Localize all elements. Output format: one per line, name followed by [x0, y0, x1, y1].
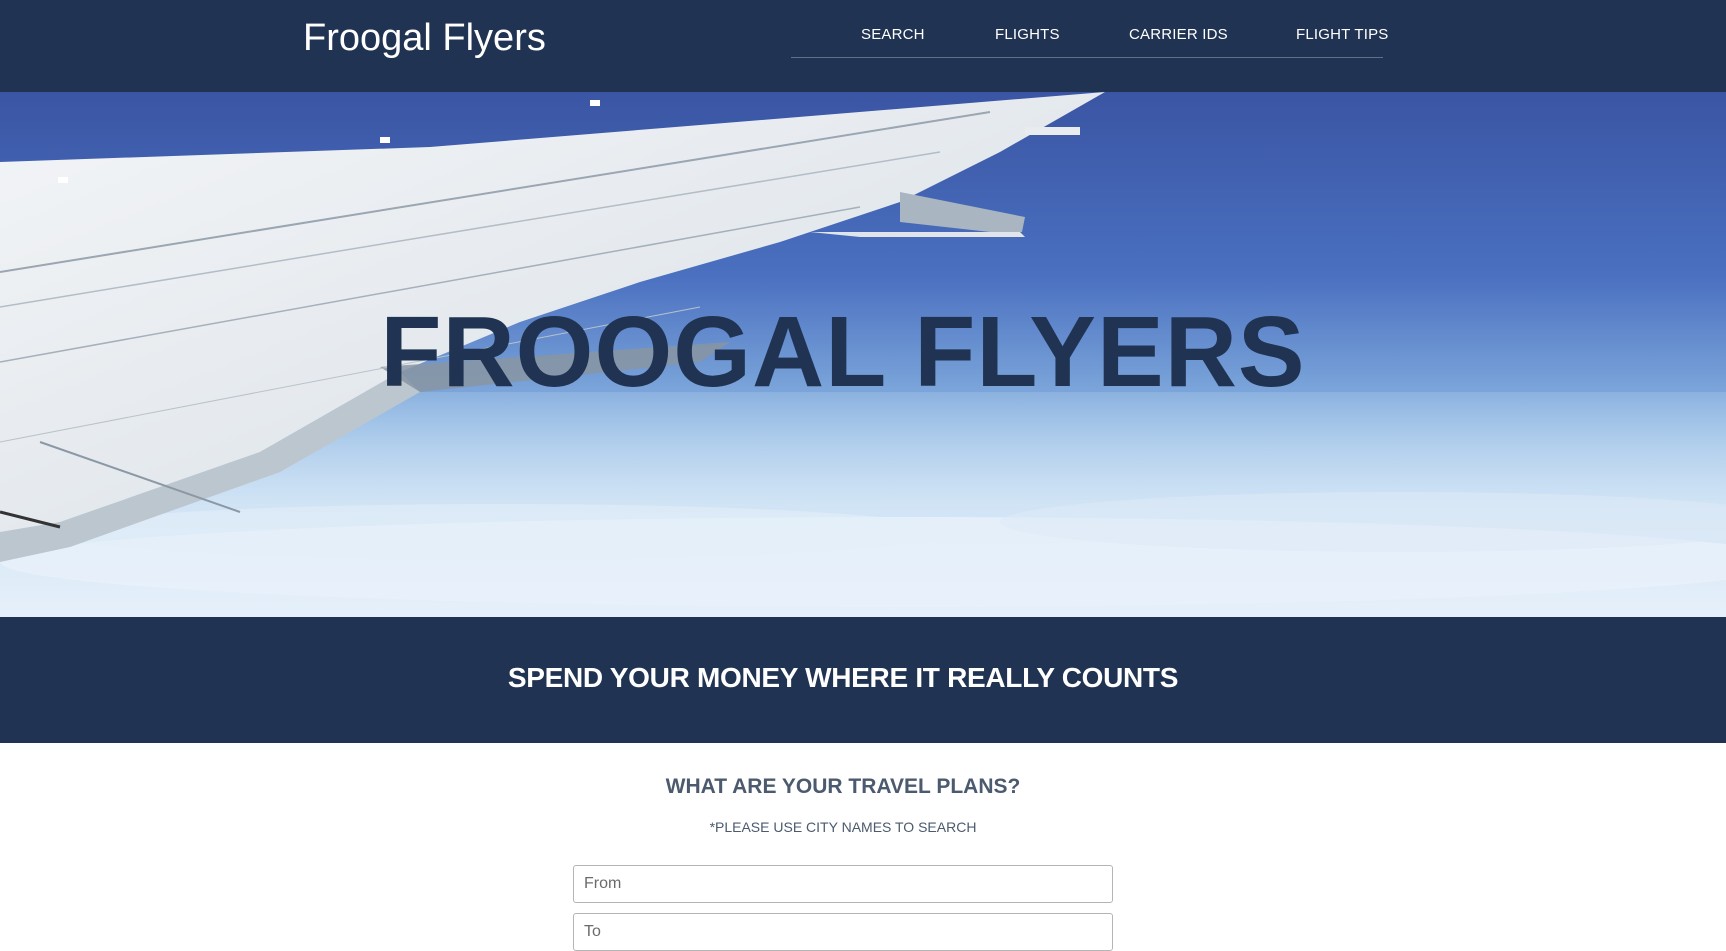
to-city-input[interactable] — [573, 913, 1113, 951]
hero-title: FROOGAL FLYERS — [380, 296, 1306, 408]
nav-link-search[interactable]: SEARCH — [861, 26, 925, 44]
main-nav: SEARCH FLIGHTS CARRIER IDS FLIGHT TIPS — [791, 0, 1388, 58]
nav-link-carrier-ids[interactable]: CARRIER IDS — [1129, 26, 1228, 44]
from-city-input[interactable] — [573, 865, 1113, 903]
hero-banner: FROOGAL FLYERS — [0, 92, 1726, 617]
search-heading: WHAT ARE YOUR TRAVEL PLANS? — [665, 775, 1021, 798]
nav-link-flight-tips[interactable]: FLIGHT TIPS — [1296, 26, 1389, 44]
nav-link-flights[interactable]: FLIGHTS — [995, 26, 1060, 44]
tagline-text: SPEND YOUR MONEY WHERE IT REALLY COUNTS — [507, 662, 1179, 693]
tagline-banner: SPEND YOUR MONEY WHERE IT REALLY COUNTS — [0, 617, 1726, 743]
top-navbar: Froogal Flyers SEARCH FLIGHTS CARRIER ID… — [0, 0, 1726, 92]
site-brand[interactable]: Froogal Flyers — [303, 16, 546, 60]
flight-search-section: WHAT ARE YOUR TRAVEL PLANS? *PLEASE USE … — [0, 743, 1726, 951]
search-note: *PLEASE USE CITY NAMES TO SEARCH — [709, 819, 977, 835]
